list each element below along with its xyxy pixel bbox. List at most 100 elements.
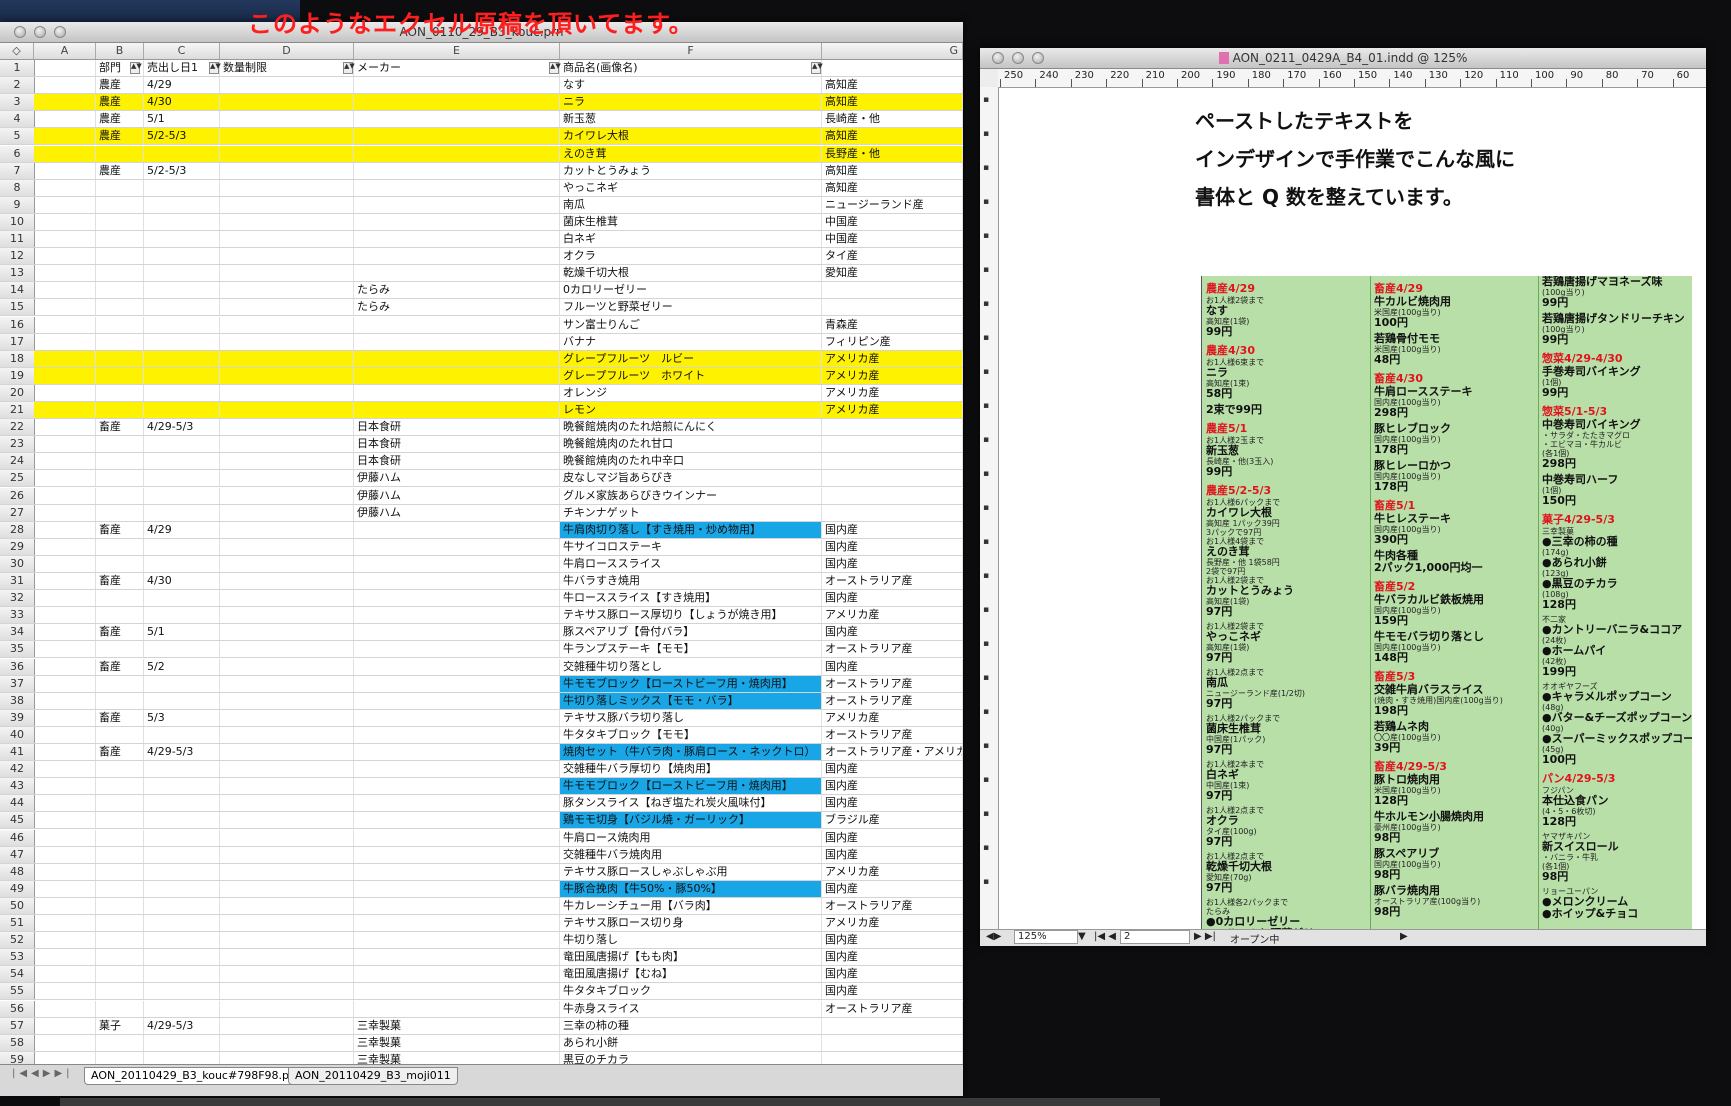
cell-d[interactable]: [220, 915, 354, 931]
table-row[interactable]: 32 牛ローススライス【すき焼用】 国内産: [0, 590, 963, 608]
cell-b[interactable]: [96, 504, 144, 521]
cell-f[interactable]: 皮なしマジ旨あらびき: [560, 470, 822, 487]
cell-d[interactable]: [220, 231, 354, 247]
cell-a[interactable]: [34, 1017, 96, 1034]
cell-f[interactable]: テキサス豚ロースしゃぶしゃぶ用: [560, 863, 822, 880]
cell-a[interactable]: [34, 504, 96, 521]
cell-d[interactable]: [220, 128, 354, 145]
cell-e[interactable]: たらみ: [354, 282, 560, 299]
cell-f[interactable]: 焼肉セット（牛バラ肉・豚肩ロース・ネックトロ）: [560, 744, 822, 760]
cell-c[interactable]: 4/29-5/3: [144, 1017, 220, 1034]
cell-e[interactable]: [354, 949, 560, 966]
table-row[interactable]: 6 えのき茸 長野産・他: [0, 145, 963, 163]
cell-e[interactable]: [354, 744, 560, 760]
cell-d[interactable]: [220, 590, 354, 607]
table-row[interactable]: 44 豚タンスライス【ねぎ塩たれ炭火風味付】 国内産: [0, 795, 963, 813]
table-row[interactable]: 35 牛ランプステーキ【モモ】 オーストラリア産: [0, 641, 963, 659]
cell-e[interactable]: [354, 231, 560, 247]
cell-b[interactable]: [96, 915, 144, 931]
cell-f[interactable]: 商品名(画像名): [560, 60, 822, 76]
cell-e[interactable]: [354, 692, 560, 709]
cell-e[interactable]: [354, 402, 560, 418]
table-row[interactable]: 14 たらみ 0カロリーゼリー: [0, 282, 963, 300]
cell-f[interactable]: 牛肩ロース焼肉用: [560, 829, 822, 846]
cell-b[interactable]: 農産: [96, 128, 144, 145]
cell-b[interactable]: [96, 726, 144, 743]
cell-b[interactable]: [96, 179, 144, 196]
row-number[interactable]: 42: [0, 761, 35, 778]
cell-g[interactable]: 中国産: [822, 213, 963, 230]
table-row[interactable]: 9 南瓜 ニュージーランド産: [0, 196, 963, 214]
cell-e[interactable]: [354, 162, 560, 179]
cell-d[interactable]: [220, 846, 354, 863]
cell-f[interactable]: テキサス豚ロース切り身: [560, 915, 822, 931]
table-row[interactable]: 30 牛肩ローススライス 国内産: [0, 555, 963, 573]
table-row[interactable]: 50 牛カレーシチュー用【バラ肉】 オーストラリア産: [0, 897, 963, 915]
cell-c[interactable]: [144, 367, 220, 384]
cell-g[interactable]: 青森産: [822, 316, 963, 333]
cell-e[interactable]: 伊藤ハム: [354, 487, 560, 504]
cell-f[interactable]: 晩餐館焼肉のたれ中辛口: [560, 453, 822, 470]
cell-d[interactable]: [220, 265, 354, 282]
cell-b[interactable]: [96, 231, 144, 247]
cell-b[interactable]: 農産: [96, 77, 144, 94]
cell-c[interactable]: 4/29: [144, 77, 220, 94]
cell-c[interactable]: 5/3: [144, 709, 220, 726]
table-row[interactable]: 26 伊藤ハム グルメ家族あらびきウインナー: [0, 487, 963, 505]
cell-g[interactable]: アメリカ産: [822, 863, 963, 880]
cell-g[interactable]: アメリカ産: [822, 915, 963, 931]
cell-c[interactable]: [144, 932, 220, 949]
row-number[interactable]: 13: [0, 265, 35, 282]
filter-dropdown-b-icon[interactable]: ▲▼: [130, 62, 142, 74]
cell-b[interactable]: [96, 213, 144, 230]
cell-f[interactable]: サン富士りんご: [560, 316, 822, 333]
row-number[interactable]: 58: [0, 1034, 35, 1051]
table-row[interactable]: 41 畜産 4/29-5/3 焼肉セット（牛バラ肉・豚肩ロース・ネックトロ） オーストラ…: [0, 744, 963, 761]
cell-d[interactable]: [220, 573, 354, 589]
row-number[interactable]: 1: [0, 60, 35, 76]
cell-b[interactable]: [96, 607, 144, 624]
cell-d[interactable]: [220, 350, 354, 367]
cell-a[interactable]: [34, 470, 96, 487]
cell-a[interactable]: [34, 658, 96, 675]
cell-e[interactable]: [354, 812, 560, 829]
row-number[interactable]: 36: [0, 658, 35, 675]
cell-e[interactable]: [354, 521, 560, 538]
table-row[interactable]: 8 やっこネギ 高知産: [0, 179, 963, 197]
row-number[interactable]: 41: [0, 744, 35, 760]
cell-f[interactable]: 新玉葱: [560, 111, 822, 128]
cell-d[interactable]: [220, 196, 354, 213]
cell-a[interactable]: [34, 709, 96, 726]
cell-d[interactable]: [220, 795, 354, 812]
cell-d[interactable]: [220, 162, 354, 179]
cell-d[interactable]: [220, 897, 354, 914]
column-header-e[interactable]: E: [354, 43, 560, 59]
cell-a[interactable]: [34, 829, 96, 846]
cell-c[interactable]: [144, 812, 220, 829]
horizontal-ruler[interactable]: 250 240 230 220 210 200 190 180 170 160 150 140 130 1…: [998, 69, 1706, 88]
cell-g[interactable]: 国内産: [822, 949, 963, 966]
first-page-icon[interactable]: |◀ ◀: [1094, 931, 1116, 942]
sheet-tab-1[interactable]: AON_20110429_B3_kouc#798F98.prn: [84, 1067, 308, 1085]
cell-b[interactable]: [96, 196, 144, 213]
cell-b[interactable]: [96, 145, 144, 162]
cell-f[interactable]: レモン: [560, 402, 822, 418]
row-number[interactable]: 14: [0, 282, 35, 299]
cell-c[interactable]: 4/29-5/3: [144, 744, 220, 760]
cell-d[interactable]: [220, 453, 354, 470]
cell-b[interactable]: [96, 1000, 144, 1017]
cell-f[interactable]: 菌床生椎茸: [560, 213, 822, 230]
row-number[interactable]: 34: [0, 624, 35, 641]
cell-g[interactable]: 国内産: [822, 761, 963, 778]
table-row[interactable]: 4 農産 5/1 新玉葱 長崎産・他: [0, 111, 963, 129]
cell-e[interactable]: [354, 77, 560, 94]
row-number[interactable]: 3: [0, 94, 35, 111]
table-row[interactable]: 38 牛切り落しミックス【モモ・バラ】 オーストラリア産: [0, 692, 963, 710]
cell-d[interactable]: [220, 555, 354, 572]
cell-e[interactable]: [354, 367, 560, 384]
cell-g[interactable]: 国内産: [822, 932, 963, 949]
cell-f[interactable]: カイワレ大根: [560, 128, 822, 145]
pasteboard[interactable]: ペーストしたテキストを インデザインで手作業でこんな風に 書体と Q 数を整えて…: [999, 88, 1706, 930]
cell-e[interactable]: [354, 607, 560, 624]
cell-g[interactable]: [822, 487, 963, 504]
